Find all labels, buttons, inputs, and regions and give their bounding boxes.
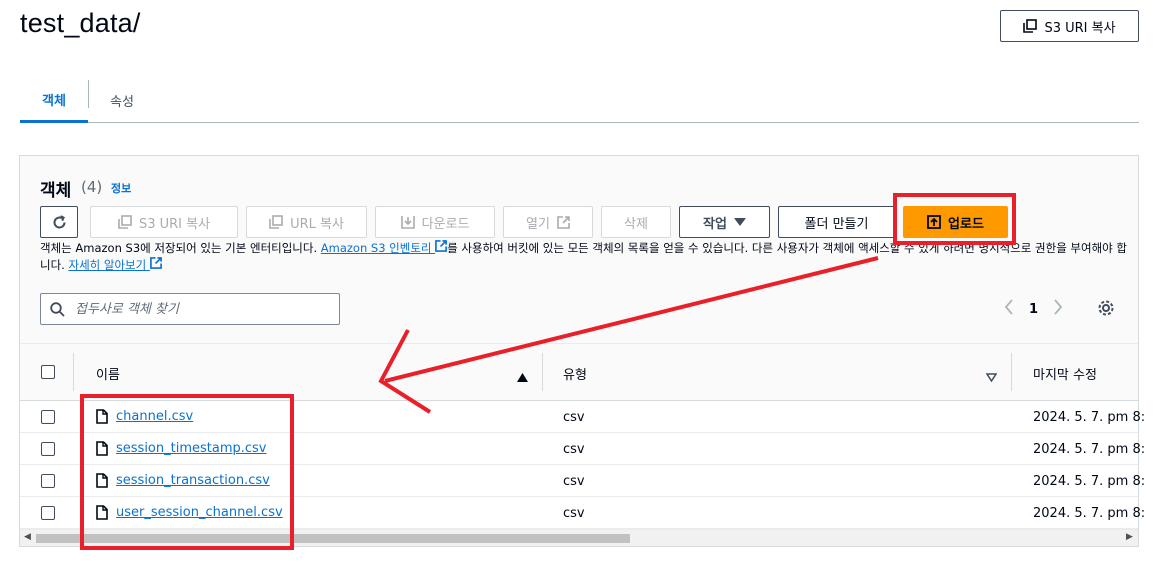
column-name-header[interactable]: 이름 bbox=[96, 364, 120, 383]
delete-label: 삭제 bbox=[624, 216, 648, 232]
search-box bbox=[40, 293, 340, 325]
scrollbar-thumb[interactable] bbox=[36, 534, 630, 543]
chevron-left-icon[interactable] bbox=[1004, 299, 1014, 319]
copy-url-button[interactable]: URL 복사 bbox=[246, 206, 367, 238]
row-checkbox[interactable] bbox=[41, 410, 55, 424]
copy-s3-uri-header-label: S3 URI 복사 bbox=[1044, 20, 1116, 36]
create-folder-button[interactable]: 폴더 만들기 bbox=[778, 206, 895, 238]
open-label: 열기 bbox=[526, 216, 550, 232]
tab-bar: 객체 속성 bbox=[20, 78, 1139, 123]
open-button[interactable]: 열기 bbox=[503, 206, 593, 238]
last-modified: 2024. 5. 7. pm 8: bbox=[1033, 474, 1146, 489]
sort-desc-icon[interactable] bbox=[985, 367, 998, 386]
table-row[interactable]: user_session_channel.csv csv 2024. 5. 7.… bbox=[20, 497, 1145, 529]
scroll-left-icon[interactable]: ◀ bbox=[24, 532, 31, 542]
page-number[interactable]: 1 bbox=[1029, 302, 1038, 317]
row-checkbox[interactable] bbox=[41, 442, 55, 456]
pagination: 1 bbox=[1004, 299, 1063, 319]
inventory-link[interactable]: Amazon S3 인벤토리 bbox=[320, 240, 448, 255]
download-button[interactable]: 다운로드 bbox=[375, 206, 495, 238]
file-link[interactable]: user_session_channel.csv bbox=[116, 505, 283, 520]
file-icon bbox=[96, 409, 108, 424]
row-checkbox[interactable] bbox=[41, 474, 55, 488]
table-header: 이름 유형 마지막 수정 bbox=[20, 343, 1138, 401]
objects-panel: 객체 (4) 정보 S3 URI 복사 URL 복사 다운로드 열기 삭제 작업 bbox=[19, 155, 1145, 547]
file-icon bbox=[96, 473, 108, 488]
file-type: csv bbox=[563, 410, 585, 425]
delete-button[interactable]: 삭제 bbox=[601, 206, 671, 238]
objects-heading: 객체 bbox=[40, 181, 72, 201]
tab-properties[interactable]: 속성 bbox=[110, 78, 134, 122]
horizontal-scrollbar[interactable]: ◀ ▶ bbox=[20, 529, 1138, 546]
tab-properties-label: 속성 bbox=[110, 94, 134, 110]
table-row[interactable]: session_timestamp.csv csv 2024. 5. 7. pm… bbox=[20, 433, 1145, 465]
refresh-icon bbox=[53, 214, 66, 228]
column-divider bbox=[1011, 353, 1012, 391]
upload-label: 업로드 bbox=[948, 216, 984, 232]
learn-more-link[interactable]: 자세히 알아보기 bbox=[68, 257, 162, 272]
column-divider bbox=[542, 353, 543, 391]
upload-icon bbox=[927, 215, 941, 229]
copy-icon bbox=[269, 215, 283, 229]
gear-icon[interactable] bbox=[1097, 299, 1115, 321]
file-name-cell: session_transaction.csv bbox=[96, 473, 270, 488]
column-type-header[interactable]: 유형 bbox=[563, 364, 587, 383]
row-checkbox[interactable] bbox=[41, 506, 55, 520]
file-icon bbox=[96, 441, 108, 456]
file-link[interactable]: session_timestamp.csv bbox=[116, 441, 267, 456]
copy-icon bbox=[118, 215, 132, 229]
external-link-icon bbox=[149, 257, 162, 269]
page-title: test_data/ bbox=[20, 8, 141, 38]
objects-description: 객체는 Amazon S3에 저장되어 있는 기본 엔터티입니다. Amazon… bbox=[40, 240, 1130, 274]
copy-url-label: URL 복사 bbox=[290, 216, 344, 232]
file-name-cell: user_session_channel.csv bbox=[96, 505, 283, 520]
last-modified: 2024. 5. 7. pm 8: bbox=[1033, 410, 1146, 425]
info-link[interactable]: 정보 bbox=[111, 180, 131, 196]
copy-s3-uri-button[interactable]: S3 URI 복사 bbox=[90, 206, 238, 238]
copy-s3-uri-label: S3 URI 복사 bbox=[138, 216, 211, 232]
search-icon bbox=[50, 301, 65, 317]
search-input[interactable] bbox=[75, 301, 315, 317]
upload-button[interactable]: 업로드 bbox=[903, 206, 1008, 238]
sort-asc-icon[interactable] bbox=[517, 367, 528, 386]
download-icon bbox=[400, 216, 415, 229]
caret-down-icon bbox=[733, 218, 746, 226]
create-folder-label: 폴더 만들기 bbox=[804, 216, 869, 232]
column-divider bbox=[73, 353, 74, 391]
file-type: csv bbox=[563, 442, 585, 457]
description-text-1: 객체는 Amazon S3에 저장되어 있는 기본 엔터티입니다. bbox=[40, 241, 321, 255]
external-link-icon bbox=[435, 240, 448, 252]
actions-dropdown[interactable]: 작업 bbox=[679, 206, 770, 238]
last-modified: 2024. 5. 7. pm 8: bbox=[1033, 506, 1146, 521]
table-row[interactable]: session_transaction.csv csv 2024. 5. 7. … bbox=[20, 465, 1145, 497]
file-link[interactable]: channel.csv bbox=[116, 409, 193, 424]
refresh-button[interactable] bbox=[40, 206, 78, 238]
inventory-link-label: Amazon S3 인벤토리 bbox=[320, 241, 432, 255]
column-modified-header[interactable]: 마지막 수정 bbox=[1033, 364, 1097, 383]
copy-s3-uri-header-button[interactable]: S3 URI 복사 bbox=[1000, 10, 1139, 42]
tab-objects[interactable]: 객체 bbox=[20, 78, 88, 123]
table-row[interactable]: channel.csv csv 2024. 5. 7. pm 8: bbox=[20, 401, 1145, 433]
scroll-right-icon[interactable]: ▶ bbox=[1126, 532, 1133, 542]
file-name-cell: channel.csv bbox=[96, 409, 193, 424]
copy-icon bbox=[1023, 19, 1038, 33]
tab-divider bbox=[88, 80, 89, 108]
chevron-right-icon[interactable] bbox=[1053, 299, 1063, 319]
file-type: csv bbox=[563, 474, 585, 489]
download-label: 다운로드 bbox=[421, 216, 470, 232]
tab-objects-label: 객체 bbox=[42, 93, 66, 109]
file-link[interactable]: session_transaction.csv bbox=[116, 473, 270, 488]
actions-label: 작업 bbox=[703, 216, 727, 232]
objects-count: (4) bbox=[81, 178, 103, 196]
last-modified: 2024. 5. 7. pm 8: bbox=[1033, 442, 1146, 457]
file-icon bbox=[96, 505, 108, 520]
select-all-checkbox[interactable] bbox=[41, 365, 55, 379]
file-type: csv bbox=[563, 506, 585, 521]
learn-more-label: 자세히 알아보기 bbox=[68, 258, 147, 272]
file-name-cell: session_timestamp.csv bbox=[96, 441, 267, 456]
external-link-icon bbox=[557, 215, 570, 229]
